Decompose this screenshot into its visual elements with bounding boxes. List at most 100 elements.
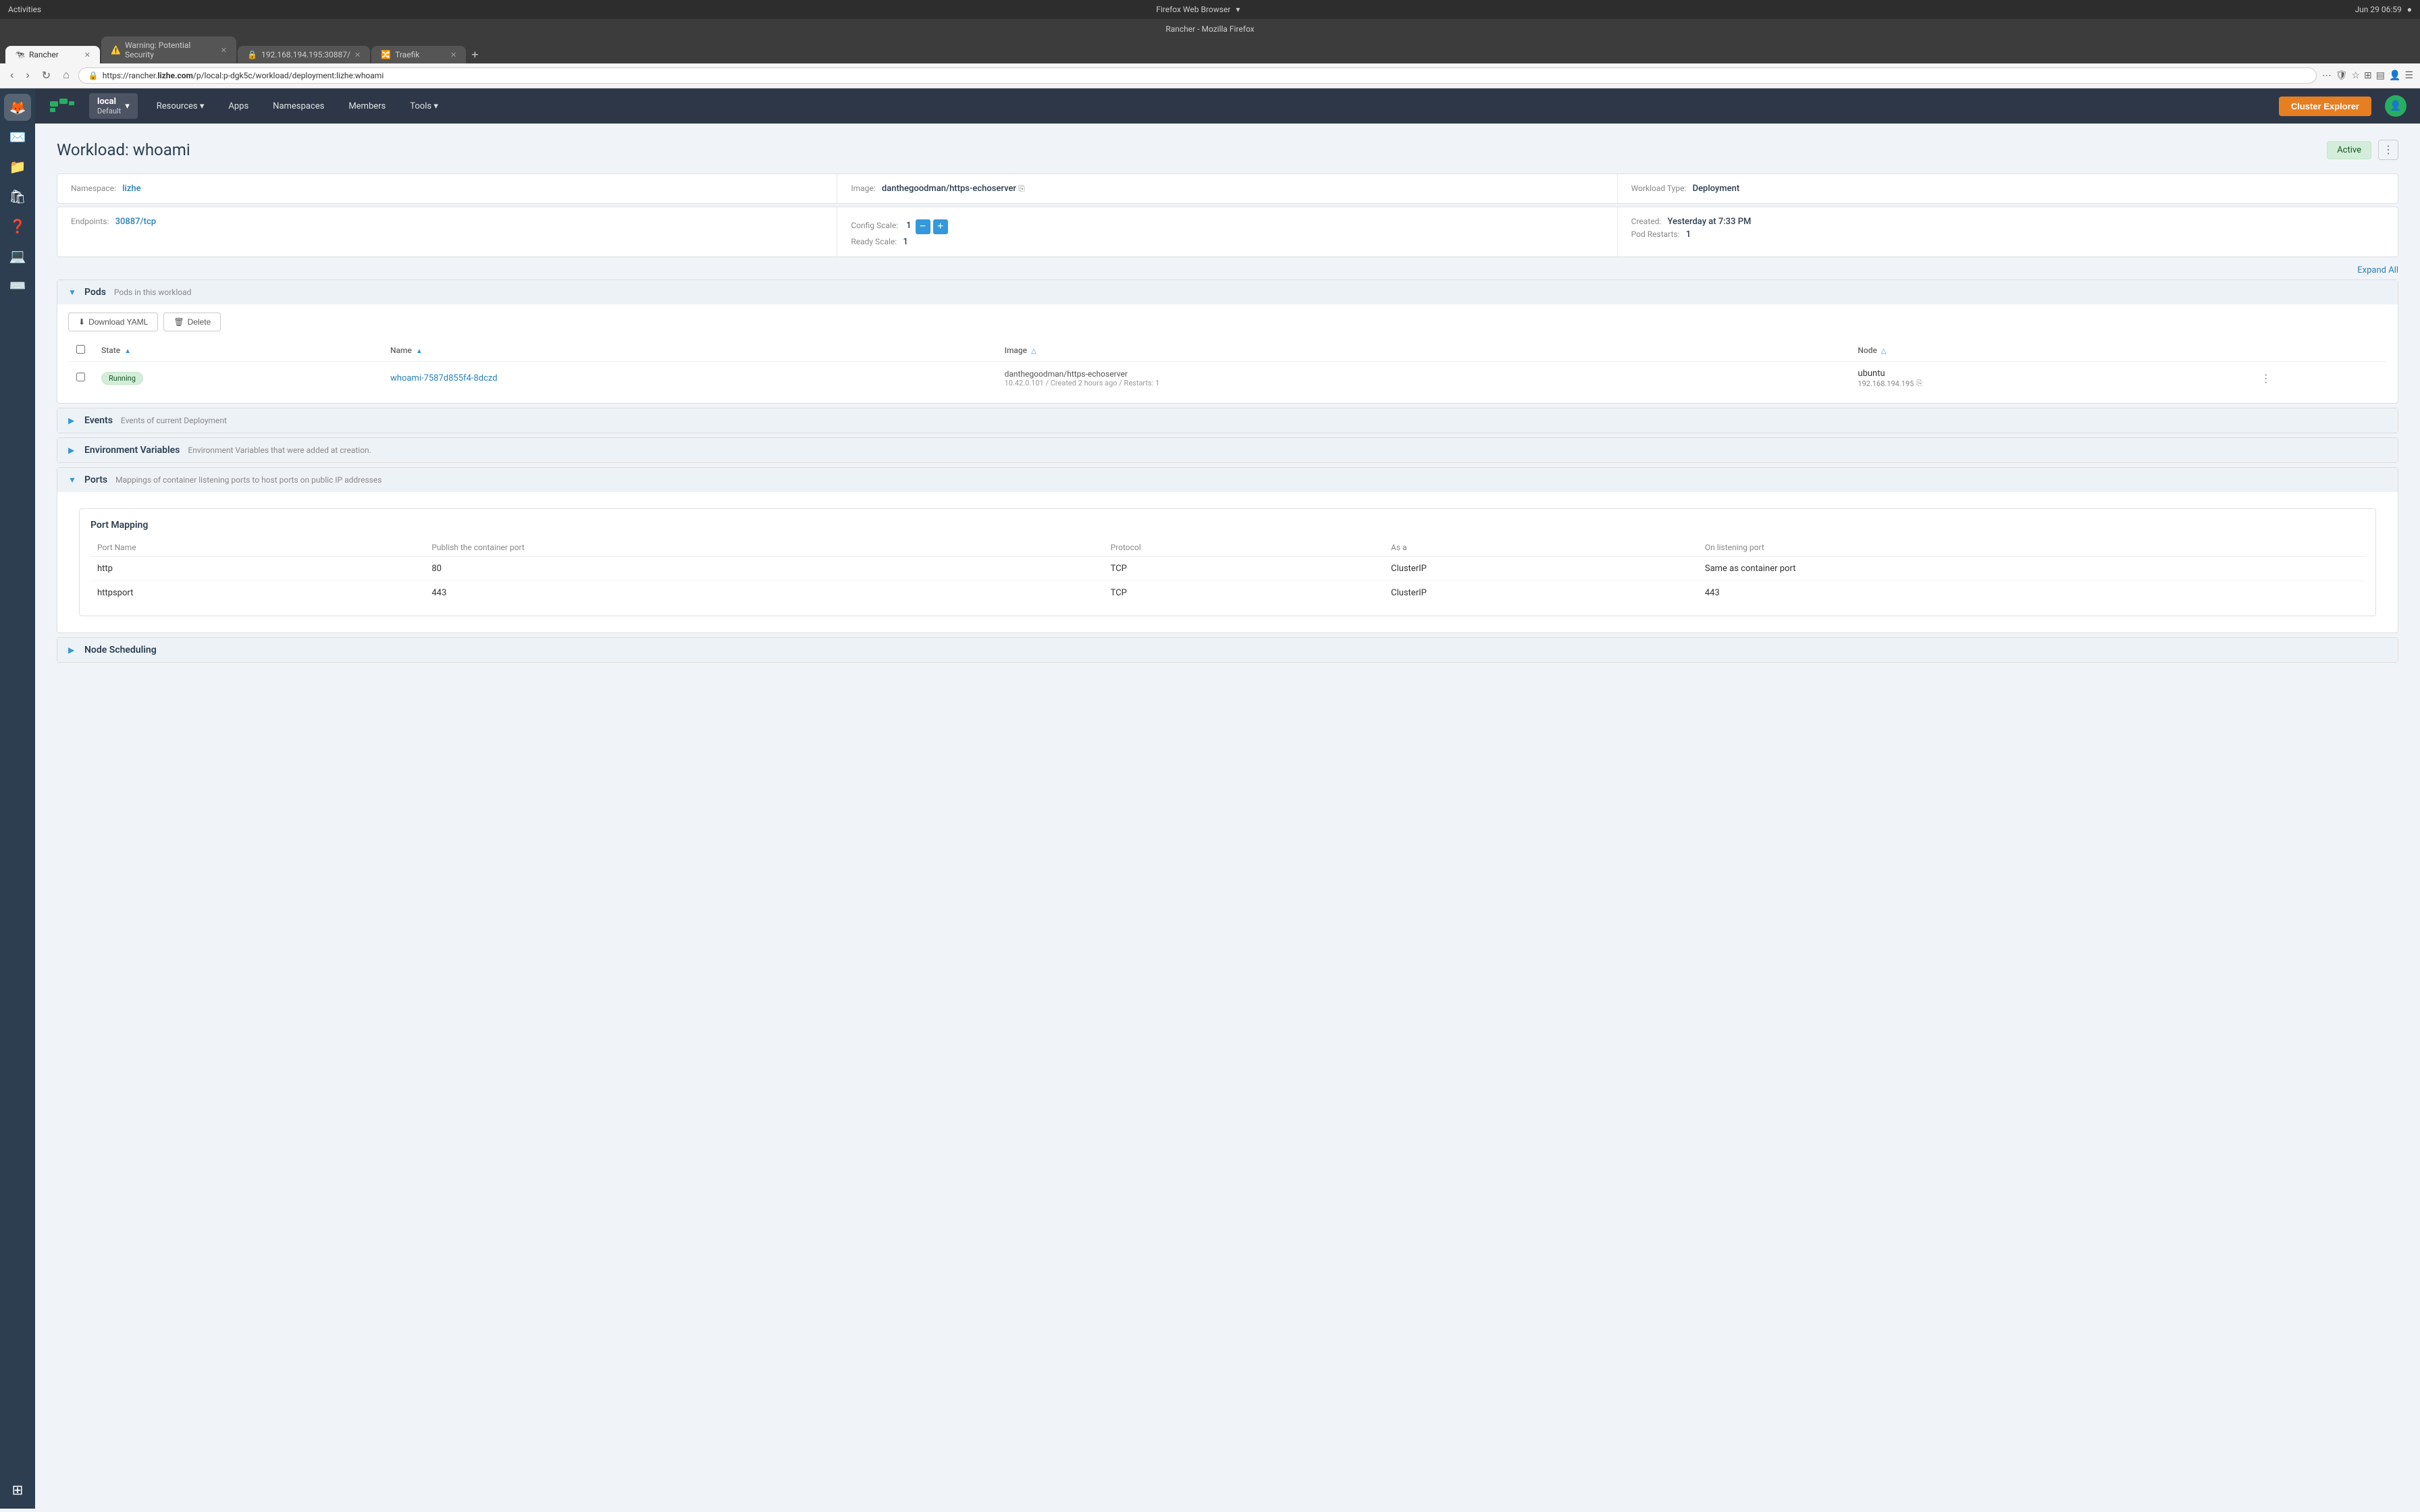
forward-button[interactable]: ›	[22, 68, 32, 83]
node-sort-icon: △	[1881, 348, 1887, 355]
pod-name-cell: whoami-7587d855f4-8dczd	[382, 362, 997, 396]
page-content: Workload: whoami Active ⋮ Namespace: liz…	[35, 124, 2420, 1509]
listening-port-http: Same as container port	[1698, 557, 2365, 581]
nav-link-tools[interactable]: Tools ▾	[404, 99, 444, 114]
delete-icon: 🗑	[174, 317, 184, 327]
port-mapping-table: Port Name Publish the container port Pro…	[90, 539, 2365, 605]
env-vars-toggle-icon: ▶	[68, 446, 79, 455]
node-scheduling-header[interactable]: ▶ Node Scheduling	[57, 638, 2398, 662]
pod-actions-cell: ⋮	[2253, 362, 2387, 396]
sidebar-icon-apps[interactable]: ⊞	[4, 1476, 31, 1503]
ports-subtitle: Mappings of container listening ports to…	[115, 475, 382, 485]
pod-checkbox-cell	[68, 362, 93, 396]
download-yaml-button[interactable]: ⬇ Download YAML	[68, 313, 158, 331]
expand-all-link[interactable]: Expand All	[57, 265, 2398, 275]
profile-icon[interactable]: 👤	[2389, 70, 2400, 81]
os-center: Firefox Web Browser ▾	[1156, 5, 1240, 14]
home-button[interactable]: ⌂	[59, 68, 73, 83]
protocol-header: Protocol	[1104, 539, 1384, 557]
namespace-value[interactable]: lizhe	[122, 184, 140, 194]
pod-name-link[interactable]: whoami-7587d855f4-8dczd	[390, 373, 498, 383]
pods-section: ▼ Pods Pods in this workload ⬇ Download …	[57, 279, 2398, 404]
pod-row-action-button[interactable]: ⋮	[2261, 372, 2271, 385]
ports-section-header[interactable]: ▼ Ports Mappings of container listening …	[57, 468, 2398, 492]
events-subtitle: Events of current Deployment	[121, 416, 227, 425]
pod-image-sub: 10.42.0.101 / Created 2 hours ago / Rest…	[1005, 379, 1842, 387]
pod-checkbox[interactable]	[76, 373, 85, 381]
ready-scale-label: Ready Scale:	[851, 237, 897, 246]
env-vars-section-header[interactable]: ▶ Environment Variables Environment Vari…	[57, 438, 2398, 462]
sidebar-icon-firefox[interactable]: 🦊	[4, 94, 31, 121]
sidebar-icon-help[interactable]: ❓	[4, 213, 31, 240]
copy-icon[interactable]: ⎘	[1018, 184, 1025, 193]
name-sort-icon: ▲	[416, 348, 423, 355]
image-column-header[interactable]: Image △	[997, 340, 1850, 362]
events-section-header[interactable]: ▶ Events Events of current Deployment	[57, 408, 2398, 433]
sidebar-icon-store[interactable]: 🛍	[4, 183, 31, 210]
node-column-header[interactable]: Node △	[1849, 340, 2252, 362]
reload-button[interactable]: ↻	[38, 68, 54, 84]
address-text: https://rancher.lizhe.com/p/local:p-dgk5…	[103, 71, 384, 80]
nav-link-members[interactable]: Members	[343, 99, 391, 114]
as-a-header: As a	[1384, 539, 1698, 557]
nav-link-apps[interactable]: Apps	[223, 99, 254, 114]
delete-button[interactable]: 🗑 Delete	[163, 313, 221, 331]
tab-warning[interactable]: ⚠️ Warning: Potential Security ✕	[101, 36, 236, 63]
sidebar-icon-terminal[interactable]: ⌨️	[4, 272, 31, 299]
ready-scale-row: Ready Scale: 1	[851, 237, 1603, 247]
port-name-httpsport: httpsport	[90, 581, 425, 605]
activities-label[interactable]: Activities	[8, 5, 41, 14]
tab-close-ip[interactable]: ✕	[354, 51, 361, 59]
port-name-header: Port Name	[90, 539, 425, 557]
sidebar-icon-vscode[interactable]: 💻	[4, 242, 31, 269]
config-scale-value: 1	[906, 221, 911, 231]
shield-icon[interactable]: 🛡	[2336, 70, 2348, 81]
image-cell: Image: danthegoodman/https-echoserver ⎘	[837, 174, 1617, 203]
menu-icon[interactable]: ☰	[2404, 70, 2413, 81]
tab-rancher[interactable]: 🐄 Rancher ✕	[5, 46, 100, 63]
nav-link-resources[interactable]: Resources ▾	[151, 99, 210, 114]
state-sort-icon: ▲	[124, 348, 131, 355]
copy-ip-icon[interactable]: ⎘	[1916, 379, 1922, 388]
sidebar-toggle-icon[interactable]: ▤	[2376, 70, 2385, 81]
nav-bar: ‹ › ↻ ⌂ 🔒 https://rancher.lizhe.com/p/lo…	[0, 63, 2420, 88]
tab-favicon-rancher: 🐄	[15, 50, 25, 59]
name-column-header[interactable]: Name ▲	[382, 340, 997, 362]
nav-link-namespaces[interactable]: Namespaces	[267, 99, 330, 114]
tab-close-rancher[interactable]: ✕	[84, 51, 90, 59]
pods-section-header[interactable]: ▼ Pods Pods in this workload	[57, 280, 2398, 304]
pod-node-cell: ubuntu 192.168.194.195 ⎘	[1849, 362, 2252, 396]
tab-close-traefik[interactable]: ✕	[450, 51, 456, 59]
state-column-header[interactable]: State ▲	[93, 340, 382, 362]
sidebar: 🦊 ✉️ 📁 🛍 ❓ 💻 ⌨️ ⊞	[0, 88, 35, 1509]
tab-favicon-traefik: 🔀	[381, 50, 391, 59]
scale-up-button[interactable]: +	[933, 219, 948, 234]
ports-section: ▼ Ports Mappings of container listening …	[57, 467, 2398, 633]
indicator: ●	[2407, 5, 2412, 14]
ports-toggle-icon: ▼	[68, 475, 79, 485]
endpoints-value[interactable]: 30887/tcp	[115, 217, 156, 227]
more-actions-button[interactable]: ⋮	[2378, 140, 2398, 160]
new-tab-button[interactable]: +	[467, 48, 483, 62]
port-row-httpsport: httpsport 443 TCP ClusterIP 443	[90, 581, 2365, 605]
pods-section-body: ⬇ Download YAML 🗑 Delete	[57, 304, 2398, 403]
back-button[interactable]: ‹	[7, 68, 17, 83]
scale-down-button[interactable]: −	[916, 219, 930, 234]
star-icon[interactable]: ☆	[2351, 70, 2360, 81]
cluster-explorer-button[interactable]: Cluster Explorer	[2279, 97, 2371, 116]
publish-port-http: 80	[425, 557, 1103, 581]
user-avatar[interactable]: 👤	[2385, 95, 2406, 117]
cluster-selector[interactable]: local Default ▾	[89, 93, 138, 119]
lock-icon: 🔒	[88, 71, 99, 80]
tab-traefik[interactable]: 🔀 Traefik ✕	[371, 46, 466, 63]
address-bar[interactable]: 🔒 https://rancher.lizhe.com/p/local:p-dg…	[78, 68, 2317, 84]
select-all-checkbox[interactable]	[76, 345, 85, 354]
grid-icon[interactable]: ⊞	[2364, 70, 2372, 81]
config-scale-label: Config Scale:	[851, 221, 898, 230]
tab-ip[interactable]: 🔒 192.168.194.195:30887/ ✕	[238, 46, 370, 63]
extensions-icon[interactable]: ⋯	[2322, 70, 2332, 81]
tab-close-warning[interactable]: ✕	[221, 46, 227, 55]
sidebar-icon-mail[interactable]: ✉️	[4, 124, 31, 151]
tab-label-rancher: Rancher	[29, 50, 59, 59]
sidebar-icon-files[interactable]: 📁	[4, 153, 31, 180]
